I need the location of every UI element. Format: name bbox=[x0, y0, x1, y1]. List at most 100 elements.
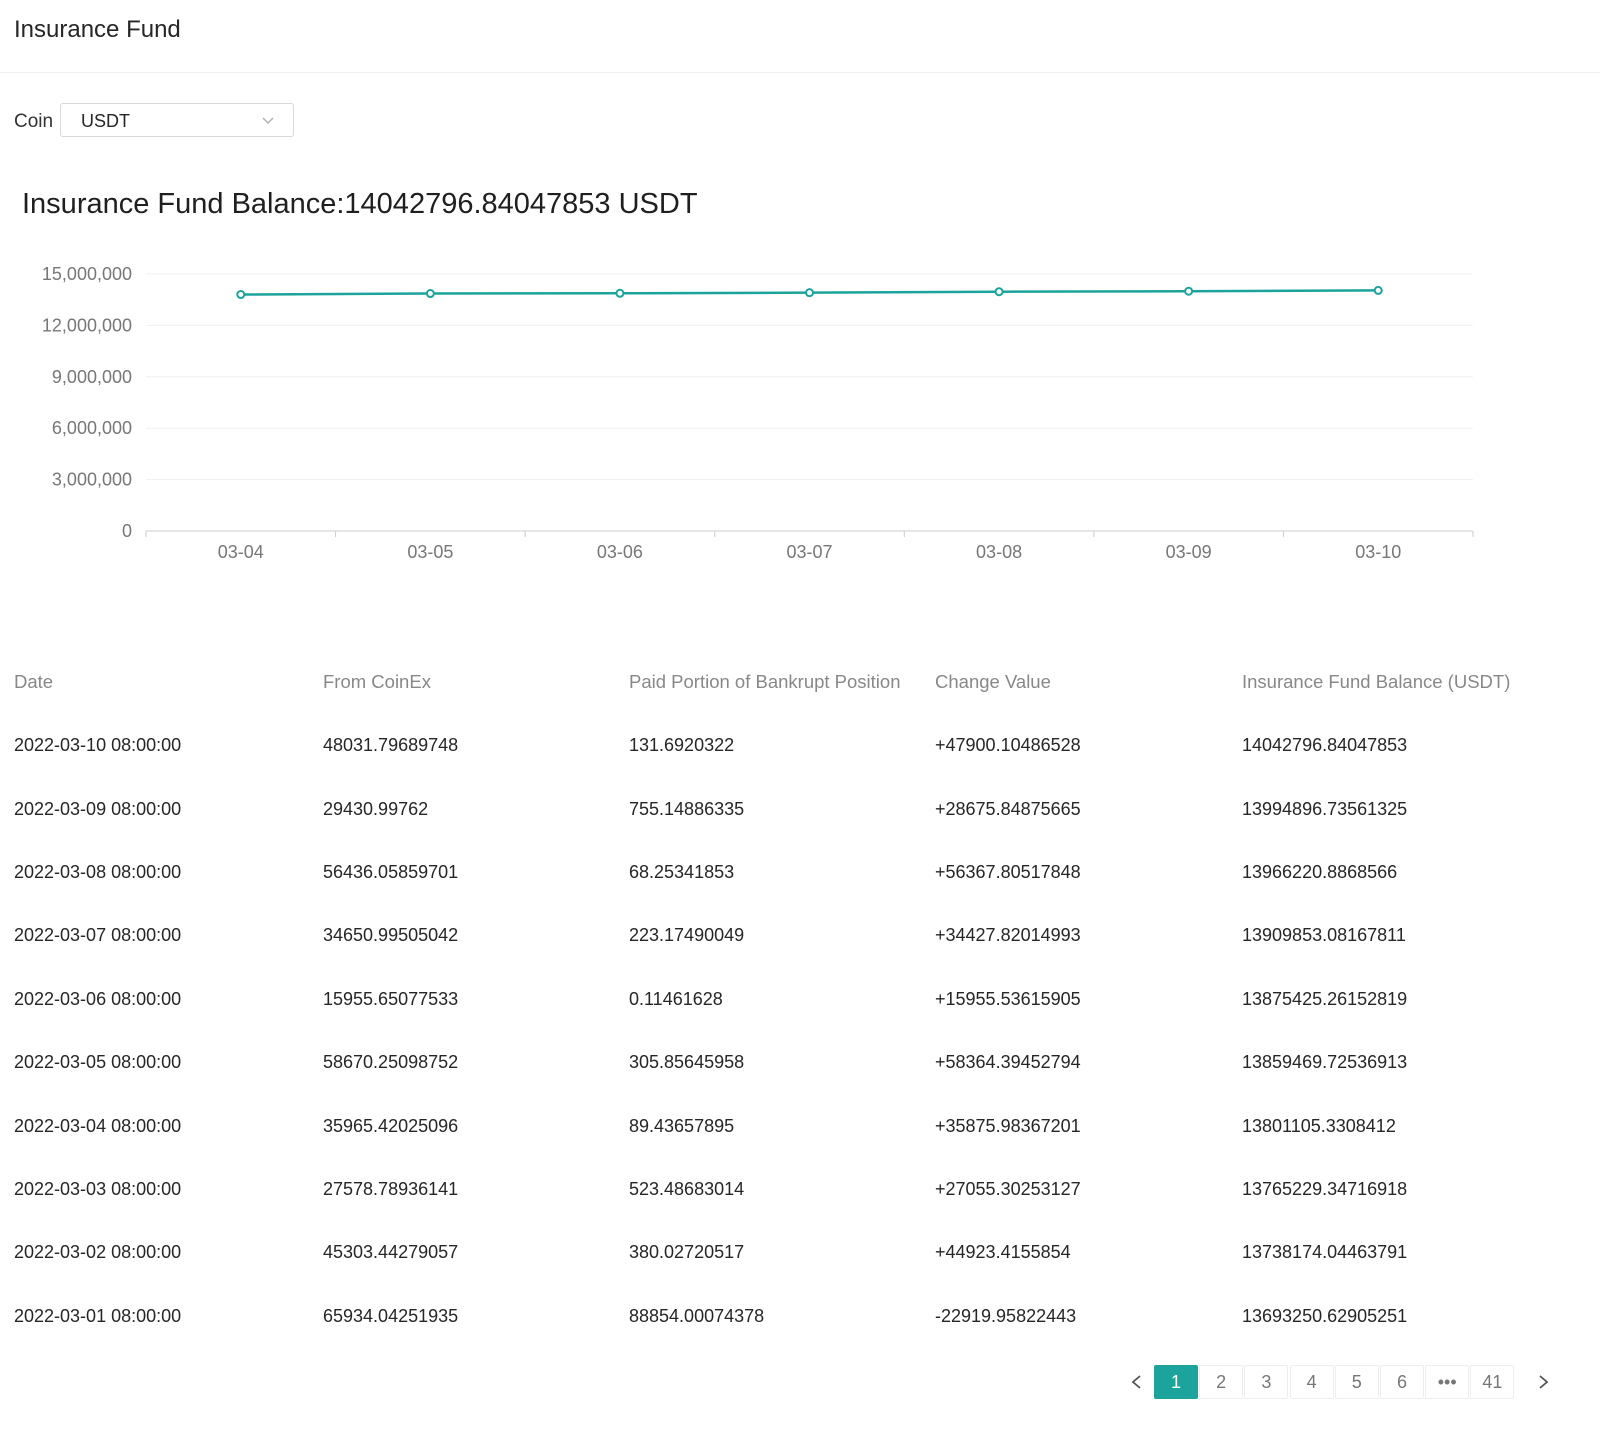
cell-balance: 13765229.34716918 bbox=[1242, 1178, 1408, 1199]
coin-select-value: USDT bbox=[81, 111, 130, 131]
cell-from-coinex: 65934.04251935 bbox=[323, 1305, 459, 1326]
table-row: 2022-03-09 08:00:00 29430.99762 755.148863… bbox=[14, 777, 1582, 840]
cell-date: 2022-03-03 08:00:00 bbox=[14, 1178, 182, 1199]
column-header-from-coinex: From CoinEx bbox=[323, 671, 431, 692]
cell-balance: 13859469.72536913 bbox=[1242, 1052, 1408, 1073]
pagination-ellipsis[interactable]: ••• bbox=[1425, 1365, 1470, 1399]
cell-change-value: -22919.95822443 bbox=[935, 1305, 1077, 1326]
cell-paid-portion: 755.14886335 bbox=[629, 798, 745, 819]
cell-paid-portion: 68.25341853 bbox=[629, 861, 735, 882]
cell-date: 2022-03-04 08:00:00 bbox=[14, 1115, 182, 1136]
cell-paid-portion: 380.02720517 bbox=[629, 1242, 745, 1263]
cell-date: 2022-03-01 08:00:00 bbox=[14, 1305, 182, 1326]
cell-date: 2022-03-08 08:00:00 bbox=[14, 861, 182, 882]
coin-select[interactable]: USDT bbox=[60, 103, 294, 137]
y-tick-label: 15,000,000 bbox=[42, 264, 132, 284]
x-tick-label: 03-08 bbox=[976, 542, 1022, 562]
cell-from-coinex: 34650.99505042 bbox=[323, 925, 459, 946]
cell-date: 2022-03-05 08:00:00 bbox=[14, 1052, 182, 1073]
cell-balance: 13738174.04463791 bbox=[1242, 1242, 1408, 1263]
page-title: Insurance Fund bbox=[14, 16, 181, 43]
cell-paid-portion: 89.43657895 bbox=[629, 1115, 735, 1136]
cell-balance: 13693250.62905251 bbox=[1242, 1305, 1408, 1326]
cell-paid-portion: 131.6920322 bbox=[629, 735, 735, 756]
cell-change-value: +56367.80517848 bbox=[935, 861, 1081, 882]
table-row: 2022-03-08 08:00:00 56436.05859701 68.2534… bbox=[14, 841, 1582, 904]
table-row: 2022-03-05 08:00:00 58670.25098752 305.856… bbox=[14, 1031, 1582, 1094]
table-row: 2022-03-07 08:00:00 34650.99505042 223.174… bbox=[14, 904, 1582, 967]
y-tick-label: 9,000,000 bbox=[52, 367, 132, 387]
y-tick-label: 3,000,000 bbox=[52, 470, 132, 490]
cell-balance: 13801105.3308412 bbox=[1242, 1115, 1396, 1136]
cell-change-value: +27055.30253127 bbox=[935, 1178, 1081, 1199]
cell-balance: 13875425.26152819 bbox=[1242, 988, 1408, 1009]
x-tick-label: 03-09 bbox=[1166, 542, 1212, 562]
cell-paid-portion: 305.85645958 bbox=[629, 1052, 745, 1073]
fund-table: Date From CoinEx Paid Portion of Bankrup… bbox=[14, 650, 1582, 1348]
table-row: 2022-03-02 08:00:00 45303.44279057 380.027… bbox=[14, 1221, 1582, 1284]
balance-title: Insurance Fund Balance:14042796.84047853… bbox=[22, 188, 698, 220]
pagination-page[interactable]: 3 bbox=[1244, 1365, 1289, 1399]
x-tick-label: 03-05 bbox=[407, 542, 453, 562]
column-header-paid-portion: Paid Portion of Bankrupt Position bbox=[629, 671, 901, 692]
data-point bbox=[236, 290, 246, 300]
cell-paid-portion: 223.17490049 bbox=[629, 925, 745, 946]
pagination-page[interactable]: 2 bbox=[1199, 1365, 1244, 1399]
cell-balance: 13909853.08167811 bbox=[1242, 925, 1406, 946]
cell-balance: 14042796.84047853 bbox=[1242, 735, 1408, 756]
data-point bbox=[805, 288, 814, 298]
column-header-date: Date bbox=[14, 671, 54, 692]
pagination-page[interactable]: 4 bbox=[1289, 1365, 1334, 1399]
page-header: Insurance Fund bbox=[0, 0, 1600, 73]
pagination-page[interactable]: 1 bbox=[1154, 1365, 1198, 1399]
column-header-balance: Insurance Fund Balance (USDT) bbox=[1242, 671, 1511, 692]
cell-from-coinex: 45303.44279057 bbox=[323, 1242, 459, 1263]
balance-line-chart: 15,000,000 12,000,000 9,000,000 6,000,000 3,… bbox=[42, 264, 1474, 562]
pagination-page[interactable]: 41 bbox=[1470, 1365, 1515, 1399]
cell-from-coinex: 27578.78936141 bbox=[323, 1178, 459, 1199]
cell-change-value: +15955.53615905 bbox=[935, 988, 1081, 1009]
table-row: 2022-03-03 08:00:00 27578.78936141 523.486… bbox=[14, 1158, 1582, 1221]
cell-from-coinex: 15955.65077533 bbox=[323, 988, 459, 1009]
cell-date: 2022-03-02 08:00:00 bbox=[14, 1242, 182, 1263]
cell-balance: 13994896.73561325 bbox=[1242, 798, 1408, 819]
cell-change-value: +44923.4155854 bbox=[935, 1242, 1071, 1263]
cell-change-value: +28675.84875665 bbox=[935, 798, 1081, 819]
pagination-next[interactable] bbox=[1528, 1365, 1558, 1399]
cell-date: 2022-03-06 08:00:00 bbox=[14, 988, 182, 1009]
cell-date: 2022-03-07 08:00:00 bbox=[14, 925, 182, 946]
x-tick-label: 03-06 bbox=[597, 542, 643, 562]
y-tick-label: 0 bbox=[122, 521, 132, 541]
cell-date: 2022-03-09 08:00:00 bbox=[14, 798, 182, 819]
cell-paid-portion: 523.48683014 bbox=[629, 1178, 745, 1199]
cell-paid-portion: 0.11461628 bbox=[629, 988, 723, 1009]
pagination-page[interactable]: 6 bbox=[1380, 1365, 1424, 1399]
pagination-page[interactable]: 5 bbox=[1334, 1365, 1379, 1399]
cell-from-coinex: 35965.42025096 bbox=[323, 1115, 459, 1136]
chevron-down-icon bbox=[262, 117, 274, 124]
cell-from-coinex: 58670.25098752 bbox=[323, 1052, 459, 1073]
data-point bbox=[994, 287, 1004, 297]
x-tick-label: 03-07 bbox=[786, 542, 832, 562]
table-row: 2022-03-04 08:00:00 35965.42025096 89.4365… bbox=[14, 1094, 1582, 1157]
cell-change-value: +35875.98367201 bbox=[935, 1115, 1081, 1136]
cell-from-coinex: 29430.99762 bbox=[323, 798, 429, 819]
cell-date: 2022-03-10 08:00:00 bbox=[14, 735, 182, 756]
data-point bbox=[1184, 286, 1194, 296]
table-header-row: Date From CoinEx Paid Portion of Bankrup… bbox=[14, 650, 1582, 714]
data-point bbox=[1373, 285, 1383, 295]
table-row: 2022-03-06 08:00:00 15955.65077533 0.11461… bbox=[14, 968, 1582, 1031]
y-tick-label: 6,000,000 bbox=[52, 418, 132, 438]
cell-paid-portion: 88854.00074378 bbox=[629, 1305, 765, 1326]
data-point bbox=[425, 289, 435, 299]
x-tick-label: 03-10 bbox=[1355, 542, 1401, 562]
y-tick-label: 12,000,000 bbox=[42, 315, 132, 335]
cell-balance: 13966220.8868566 bbox=[1242, 861, 1398, 882]
pagination-prev[interactable] bbox=[1122, 1365, 1152, 1399]
table-row: 2022-03-10 08:00:00 48031.79689748 131.692… bbox=[14, 714, 1582, 777]
data-point bbox=[615, 288, 625, 298]
coin-label: Coin bbox=[14, 111, 54, 132]
cell-from-coinex: 56436.05859701 bbox=[323, 861, 459, 882]
cell-change-value: +47900.10486528 bbox=[935, 735, 1081, 756]
cell-change-value: +58364.39452794 bbox=[935, 1052, 1081, 1073]
